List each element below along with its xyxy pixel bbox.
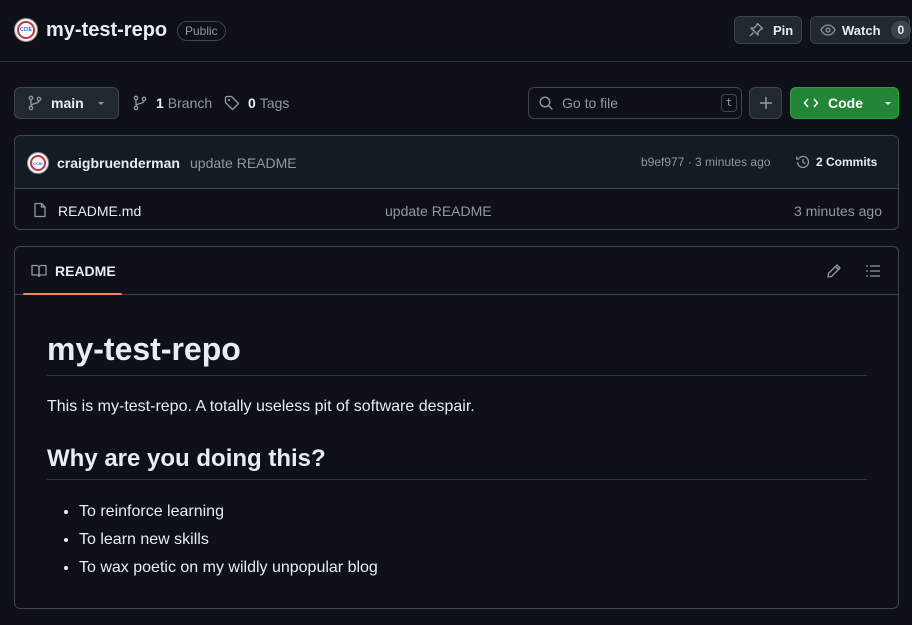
readme-bullet-list: To reinforce learning To learn new skill… <box>79 498 378 582</box>
commit-message[interactable]: update README <box>190 155 297 171</box>
active-tab-indicator <box>23 293 122 295</box>
repo-header: CCIE my-test-repo Public Pin Watch 0 <box>0 0 912 62</box>
commit-hash-time[interactable]: b9ef977 · 3 minutes ago <box>641 155 770 169</box>
tag-label: Tags <box>259 95 290 111</box>
latest-commit-bar: CCIE craigbruenderman update README b9ef… <box>15 136 898 189</box>
file-commit-message[interactable]: update README <box>385 203 492 219</box>
author-avatar[interactable]: CCIE <box>27 152 49 174</box>
avatar-logo: CCIE <box>17 21 35 39</box>
eye-icon <box>820 22 836 38</box>
history-icon <box>795 154 811 170</box>
commits-link[interactable]: 2 Commits <box>795 154 877 170</box>
code-icon <box>803 95 819 111</box>
readme-title: my-test-repo <box>47 331 867 376</box>
file-browser: CCIE craigbruenderman update README b9ef… <box>14 135 899 230</box>
pin-button[interactable]: Pin <box>734 16 802 44</box>
code-label: Code <box>828 95 863 111</box>
watch-button[interactable]: Watch 0 <box>810 16 912 44</box>
visibility-badge: Public <box>177 21 226 41</box>
readme-header: README <box>15 247 898 295</box>
caret-down-icon <box>96 98 106 108</box>
owner-avatar[interactable]: CCIE <box>14 18 38 42</box>
file-icon <box>32 202 48 218</box>
commits-label: 2 Commits <box>816 155 878 169</box>
branches-link[interactable]: 1 Branch <box>132 95 212 111</box>
readme-heading: Why are you doing this? <box>47 445 867 480</box>
book-icon <box>31 263 47 279</box>
list-item: To wax poetic on my wildly unpopular blo… <box>79 554 378 582</box>
pin-label: Pin <box>773 22 794 38</box>
pin-icon <box>748 22 764 38</box>
branch-name: main <box>51 95 84 111</box>
branch-label: Branch <box>167 95 213 111</box>
readme-intro: This is my-test-repo. A totally useless … <box>47 398 475 415</box>
list-outline-icon[interactable] <box>865 263 881 279</box>
tag-icon <box>224 95 240 111</box>
readme-tab[interactable]: README <box>31 263 116 279</box>
code-button[interactable]: Code <box>790 87 899 119</box>
file-commit-time: 3 minutes ago <box>794 203 882 219</box>
file-row[interactable]: README.md update README 3 minutes ago <box>15 189 898 229</box>
commit-author[interactable]: craigbruenderman <box>57 155 180 171</box>
avatar-logo: CCIE <box>30 155 46 171</box>
list-item: To learn new skills <box>79 526 378 554</box>
readme-panel: README my-test-repo This is my-test-repo… <box>14 246 899 609</box>
branch-count: 1 <box>156 95 164 111</box>
search-placeholder: Go to file <box>562 95 619 111</box>
watch-count: 0 <box>890 21 912 39</box>
caret-down-icon <box>883 98 893 108</box>
plus-icon <box>759 96 773 110</box>
branch-selector[interactable]: main <box>14 87 119 119</box>
tags-link[interactable]: 0 Tags <box>224 95 289 111</box>
list-item: To reinforce learning <box>79 498 378 526</box>
search-shortcut-key: t <box>721 94 737 112</box>
git-branch-icon <box>132 95 148 111</box>
go-to-file-input[interactable]: Go to file t <box>528 87 742 119</box>
git-branch-icon <box>27 95 43 111</box>
watch-label: Watch <box>842 22 881 38</box>
repo-title[interactable]: my-test-repo <box>46 19 167 42</box>
pencil-icon[interactable] <box>826 263 842 279</box>
search-icon <box>538 95 554 111</box>
file-name[interactable]: README.md <box>58 203 141 219</box>
add-file-button[interactable] <box>749 87 782 119</box>
readme-tab-label: README <box>55 263 116 279</box>
tag-count: 0 <box>248 95 256 111</box>
